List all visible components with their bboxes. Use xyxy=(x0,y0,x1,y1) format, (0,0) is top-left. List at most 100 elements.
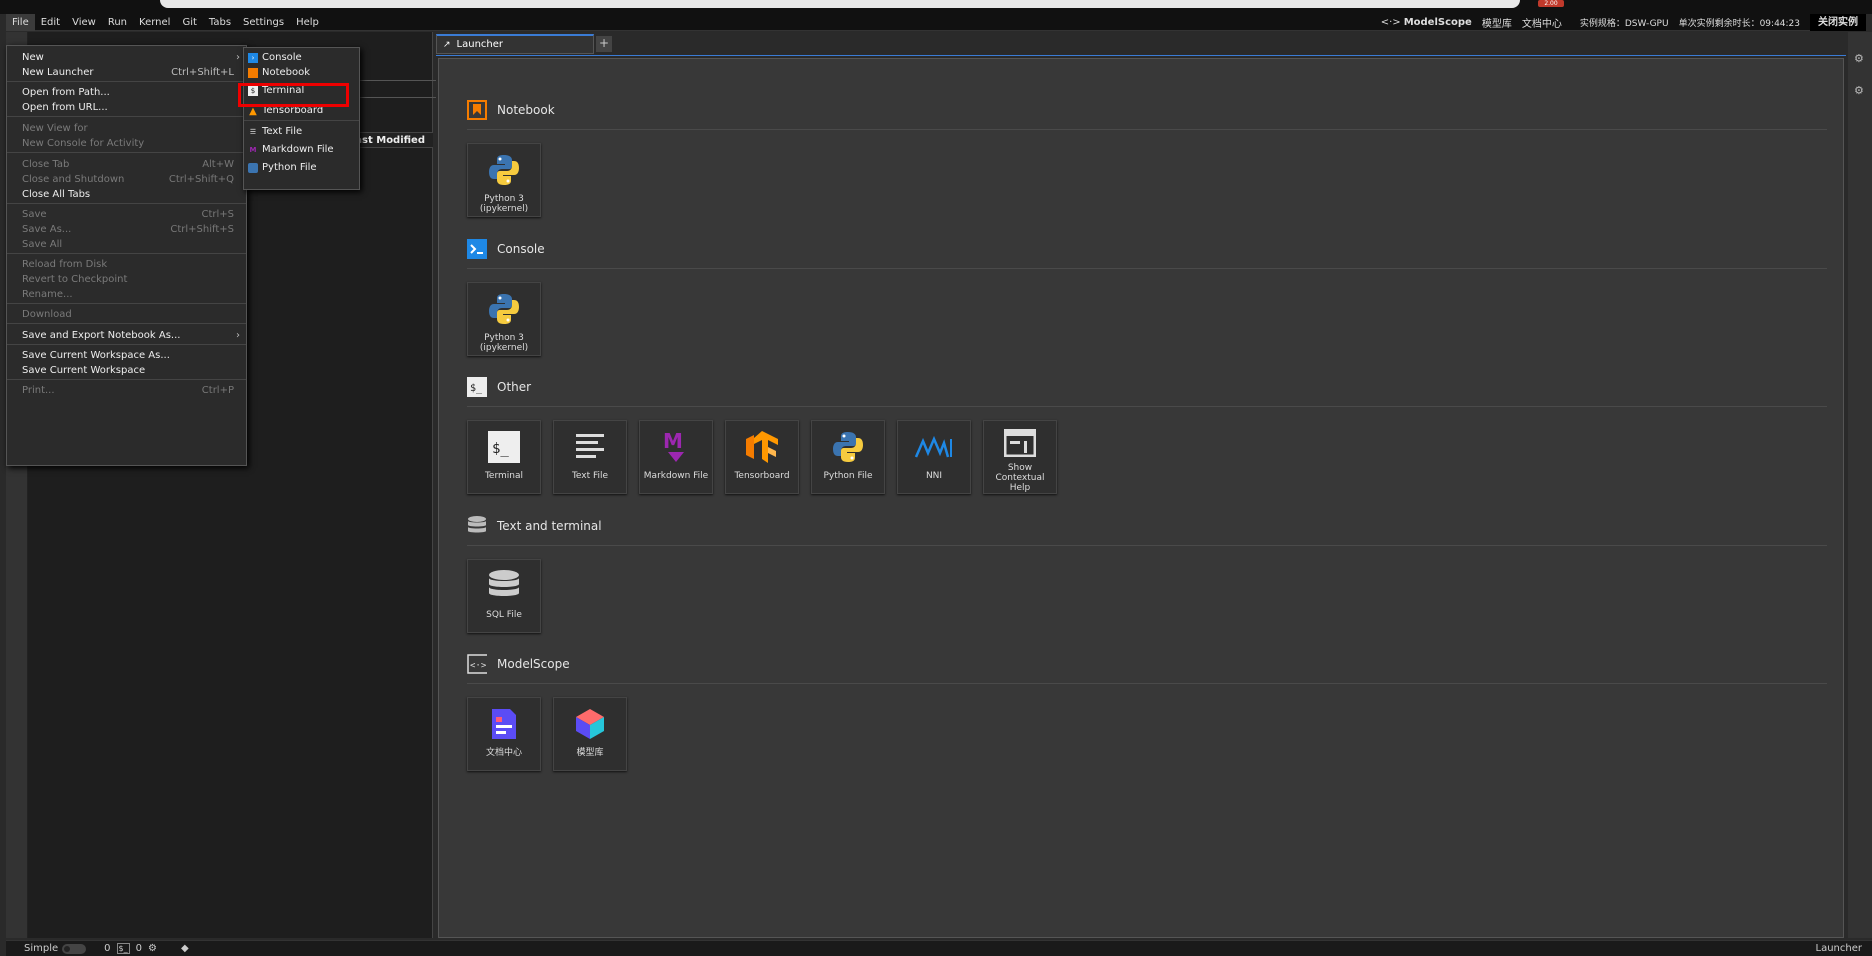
card-markdown-file[interactable]: M Markdown File xyxy=(639,420,713,494)
close-instance-button[interactable]: 关闭实例 xyxy=(1810,14,1866,31)
model-library-link[interactable]: 模型库 xyxy=(1482,15,1512,30)
file-menu-dropdown: New › New Launcher Ctrl+Shift+L Open from … xyxy=(6,45,247,466)
section-title: Notebook xyxy=(497,103,555,117)
menu-item-open-from-url[interactable]: Open from URL... xyxy=(7,100,246,115)
section-title: Console xyxy=(497,242,545,256)
tensorboard-icon xyxy=(742,427,782,467)
menu-edit[interactable]: Edit xyxy=(35,14,66,31)
section-title: ModelScope xyxy=(497,657,570,671)
modelscope-logo[interactable]: ModelScope xyxy=(1404,17,1472,28)
menu-tabs[interactable]: Tabs xyxy=(203,14,237,31)
chevron-right-icon: › xyxy=(236,330,240,341)
menu-kernel[interactable]: Kernel xyxy=(133,14,176,31)
file-filter-input[interactable]: ⚲ xyxy=(348,80,450,98)
card-contextual-help[interactable]: Show Contextual Help xyxy=(983,420,1057,494)
menu-item-print: Print... Ctrl+P xyxy=(22,385,234,396)
console-icon: › xyxy=(248,53,258,63)
docs-center-link[interactable]: 文档中心 xyxy=(1522,15,1562,30)
card-label: Markdown File xyxy=(643,471,709,481)
right-sidebar: ⚙ ⚙ xyxy=(1848,32,1872,938)
markdown-icon: M xyxy=(656,427,696,467)
add-tab-button[interactable]: + xyxy=(596,36,612,52)
section-title: Other xyxy=(497,380,532,394)
tab-launcher-label: Launcher xyxy=(456,39,504,50)
terminal-section-icon: $_ xyxy=(467,377,487,397)
menu-item-new[interactable]: New › xyxy=(7,50,246,65)
modelscope-icon: <·> xyxy=(467,654,487,674)
tab-bar: ↗ Launcher + xyxy=(436,34,1846,56)
card-label: NNI xyxy=(925,471,943,481)
instance-spec: 实例规格：DSW-GPU xyxy=(1579,19,1669,29)
browser-top-strip: 2.00 xyxy=(0,0,1872,14)
last-modified-column[interactable]: Last Modified xyxy=(349,135,425,146)
terminal-status-icon: $_ xyxy=(116,943,130,954)
menu-git[interactable]: Git xyxy=(176,14,202,31)
card-python3-notebook[interactable]: Python 3 (ipykernel) xyxy=(467,143,541,217)
model-cube-icon xyxy=(570,704,610,744)
python-icon xyxy=(484,289,524,329)
card-python3-console[interactable]: Python 3 (ipykernel) xyxy=(467,282,541,356)
menubar-right: <·> ModelScope 模型库 文档中心 实例规格：DSW-GPU 单次实… xyxy=(1371,14,1866,31)
status-bar: Simple 0 $_ 0 ⚙ ◆ Launcher xyxy=(6,940,1872,956)
svg-text:$_: $_ xyxy=(492,441,509,457)
menu-item-close-all-tabs[interactable]: Close All Tabs xyxy=(7,187,246,202)
docs-icon xyxy=(484,704,524,744)
simple-mode-toggle[interactable] xyxy=(62,943,87,954)
new-submenu: › Console Notebook $ Terminal ▲ Tensorbo… xyxy=(243,47,360,190)
menu-item-new-launcher[interactable]: New Launcher Ctrl+Shift+L xyxy=(7,65,246,80)
section-notebook: Notebook Python 3 (ipykernel) xyxy=(467,99,1827,217)
menu-help[interactable]: Help xyxy=(290,14,325,31)
card-terminal[interactable]: $_ Terminal xyxy=(467,420,541,494)
card-label: Tensorboard xyxy=(734,471,790,481)
database-icon xyxy=(484,566,524,606)
card-python-file[interactable]: Python File xyxy=(811,420,885,494)
menu-view[interactable]: View xyxy=(66,14,102,31)
card-model-library[interactable]: 模型库 xyxy=(553,697,627,771)
tab-launcher[interactable]: ↗ Launcher xyxy=(436,34,594,54)
markdown-icon: M xyxy=(249,145,257,154)
git-status-icon[interactable]: ◆ xyxy=(181,943,189,954)
submenu-console[interactable]: › Console xyxy=(244,50,359,65)
debugger-icon[interactable]: ⚙ xyxy=(1854,84,1864,97)
card-tensorboard[interactable]: Tensorboard xyxy=(725,420,799,494)
database-icon xyxy=(467,516,487,536)
menu-settings[interactable]: Settings xyxy=(237,14,290,31)
card-label: Python 3 (ipykernel) xyxy=(479,194,529,214)
menu-item-save-workspace[interactable]: Save Current Workspace xyxy=(7,363,246,378)
menu-item-save-workspace-as[interactable]: Save Current Workspace As... xyxy=(7,348,246,363)
card-text-file[interactable]: Text File xyxy=(553,420,627,494)
menu-item-close-and-shutdown: Close and Shutdown Ctrl+Shift+Q xyxy=(22,174,234,185)
submenu-text-file[interactable]: ☰ Text File xyxy=(244,124,359,139)
svg-text:<·>: <·> xyxy=(470,661,487,671)
property-inspector-icon[interactable]: ⚙ xyxy=(1854,52,1864,65)
submenu-python-file[interactable]: Python File xyxy=(244,160,359,175)
card-label: 文档中心 xyxy=(485,748,522,758)
card-label: Terminal xyxy=(484,471,524,481)
kernel-count: 0 xyxy=(104,943,111,954)
python-icon xyxy=(484,150,524,190)
terminal-icon: $_ xyxy=(484,427,524,467)
submenu-markdown-file[interactable]: M Markdown File xyxy=(244,142,359,157)
console-icon xyxy=(467,239,487,259)
card-docs-center[interactable]: 文档中心 xyxy=(467,697,541,771)
menu-item-close-tab: Close Tab Alt+W xyxy=(22,159,234,170)
menu-run[interactable]: Run xyxy=(102,14,133,31)
tensorboard-icon: ▲ xyxy=(249,105,257,117)
card-label: Python 3 (ipykernel) xyxy=(479,333,529,353)
menu-file[interactable]: File xyxy=(6,13,35,31)
card-sql-file[interactable]: SQL File xyxy=(467,559,541,633)
section-modelscope: <·> ModelScope 文档中心 模型库 xyxy=(467,653,1827,771)
notebook-bookmark-icon xyxy=(467,100,487,120)
nni-icon xyxy=(914,427,954,467)
menu-item-revert-checkpoint: Revert to Checkpoint xyxy=(22,274,128,285)
menu-item-reload-from-disk: Reload from Disk xyxy=(22,259,108,270)
menu-item-new-console-activity: New Console for Activity xyxy=(22,138,145,149)
menu-item-open-from-path[interactable]: Open from Path... xyxy=(7,85,246,100)
submenu-notebook[interactable]: Notebook xyxy=(244,65,359,80)
card-label: 模型库 xyxy=(576,748,604,758)
card-nni[interactable]: NNI xyxy=(897,420,971,494)
python-icon xyxy=(828,427,868,467)
browser-address-pill xyxy=(160,0,1520,8)
menu-item-save-export-notebook[interactable]: Save and Export Notebook As... › xyxy=(7,328,246,343)
settings-status-icon[interactable]: ⚙ xyxy=(148,943,157,954)
